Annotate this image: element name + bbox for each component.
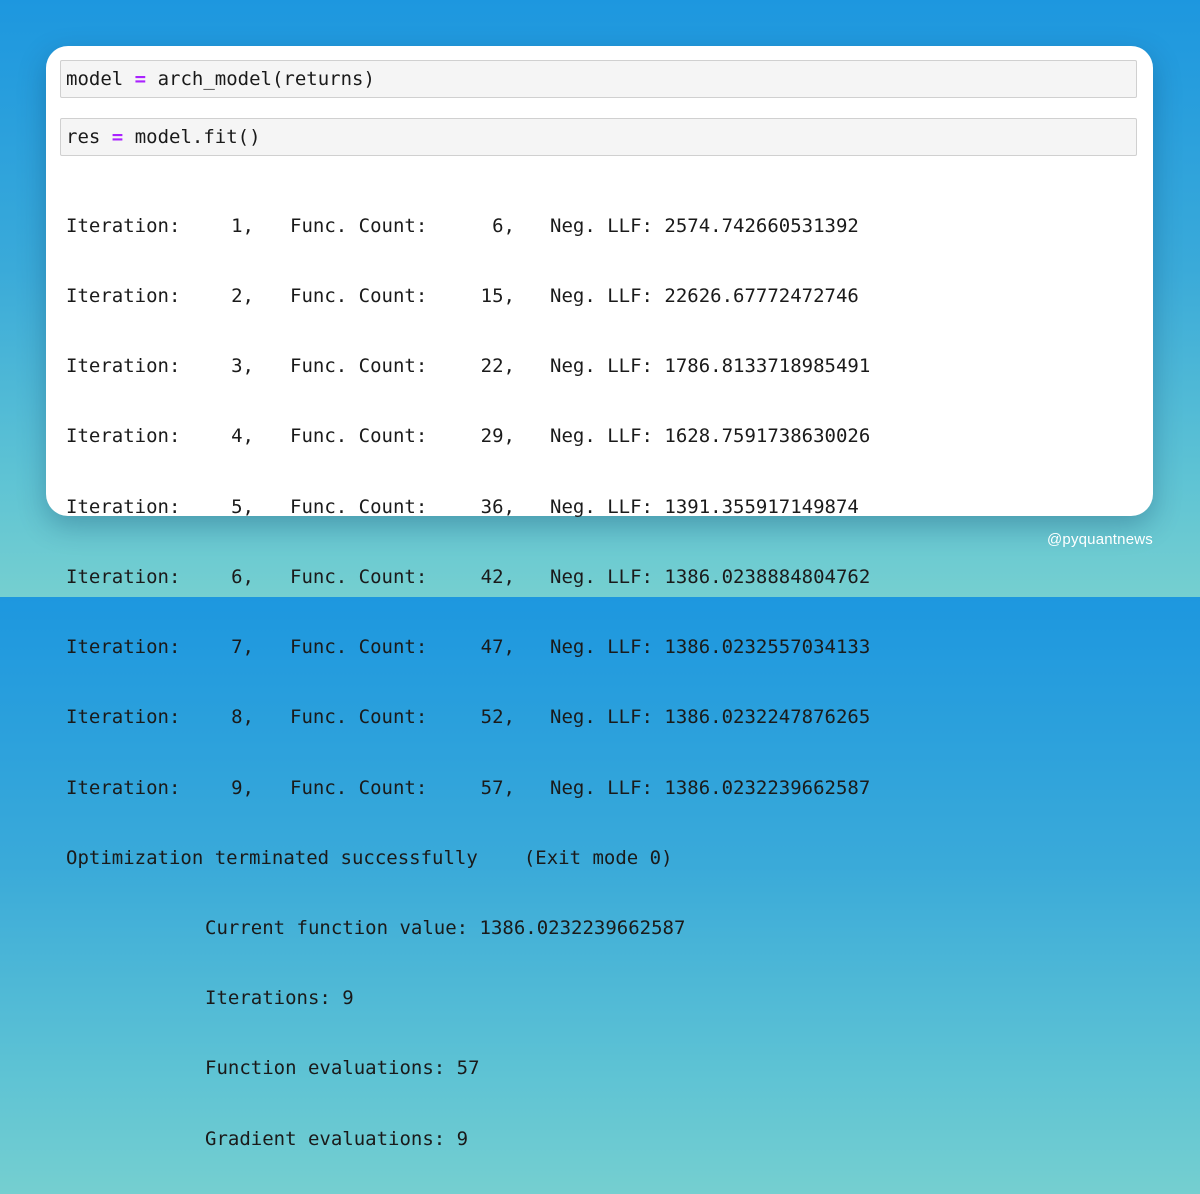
func-count-value: 29,	[480, 425, 515, 448]
iteration-row: Iteration: 1, Func. Count: 6, Neg. LLF: 2574…	[66, 215, 870, 238]
func-count-label: Func. Count:	[290, 565, 428, 588]
func-count-label: Func. Count:	[290, 706, 428, 729]
func-count-label: Func. Count:	[290, 214, 428, 237]
iteration-row: Iteration: 2, Func. Count: 15, Neg. LLF: 226…	[66, 285, 870, 308]
summary-line: Current function value: 1386.02322396625…	[66, 917, 870, 940]
notebook-card: model = arch_model(returns) res = model.…	[46, 46, 1153, 1150]
iteration-number: 2,	[231, 285, 254, 308]
function-evaluations: Function evaluations: 57	[205, 1057, 480, 1080]
assignment-operator: =	[134, 68, 147, 90]
cell-output: Iteration: 1, Func. Count: 6, Neg. LLF: 2574…	[66, 168, 870, 1194]
neg-llf-value: 1391.355917149874	[664, 495, 859, 518]
neg-llf-label: Neg. LLF:	[550, 776, 653, 799]
iteration-row: Iteration: 8, Func. Count: 52, Neg. LLF: 138…	[66, 706, 870, 729]
iteration-number: 4,	[231, 425, 254, 448]
iteration-label: Iteration:	[66, 706, 181, 729]
neg-llf-label: Neg. LLF:	[550, 495, 653, 518]
iteration-row: Iteration: 7, Func. Count: 47, Neg. LLF: 138…	[66, 636, 870, 659]
iteration-row: Iteration: 9, Func. Count: 57, Neg. LLF: 138…	[66, 777, 870, 800]
iteration-label: Iteration:	[66, 565, 181, 588]
neg-llf-label: Neg. LLF:	[550, 355, 653, 378]
exit-mode-text: (Exit mode 0)	[523, 846, 673, 869]
iteration-label: Iteration:	[66, 214, 181, 237]
iteration-row: Iteration: 3, Func. Count: 22, Neg. LLF: 178…	[66, 355, 870, 378]
code-variable-model: model	[66, 68, 124, 90]
iteration-label: Iteration:	[66, 425, 181, 448]
func-count-label: Func. Count:	[290, 776, 428, 799]
neg-llf-label: Neg. LLF:	[550, 214, 653, 237]
iteration-number: 7,	[231, 636, 254, 659]
code-expression-arch-model: arch_model(returns)	[157, 68, 375, 90]
summary-line: Function evaluations: 57	[66, 1057, 870, 1080]
neg-llf-value: 1386.0232247876265	[664, 706, 871, 729]
func-count-value: 6,	[492, 214, 515, 237]
code-cell-model[interactable]: model = arch_model(returns)	[60, 60, 1137, 98]
neg-llf-value: 2574.742660531392	[664, 214, 859, 237]
current-function-value: Current function value: 1386.02322396625…	[205, 917, 686, 939]
neg-llf-label: Neg. LLF:	[550, 636, 653, 659]
func-count-value: 15,	[480, 285, 515, 308]
iteration-number: 5,	[231, 495, 254, 518]
termination-text: Optimization terminated successfully	[66, 846, 478, 869]
summary-line: Iterations: 9	[66, 987, 870, 1010]
iteration-label: Iteration:	[66, 355, 181, 378]
neg-llf-value: 1386.0238884804762	[664, 565, 871, 588]
func-count-value: 47,	[480, 636, 515, 659]
neg-llf-label: Neg. LLF:	[550, 706, 653, 729]
func-count-value: 42,	[480, 565, 515, 588]
iteration-label: Iteration:	[66, 285, 181, 308]
summary-line: Gradient evaluations: 9	[66, 1128, 870, 1151]
func-count-label: Func. Count:	[290, 425, 428, 448]
func-count-value: 57,	[480, 776, 515, 799]
iteration-row: Iteration: 5, Func. Count: 36, Neg. LLF: 139…	[66, 496, 870, 519]
iterations-total: Iterations: 9	[205, 987, 354, 1010]
func-count-value: 36,	[480, 495, 515, 518]
iteration-number: 6,	[231, 565, 254, 588]
iteration-label: Iteration:	[66, 495, 181, 518]
iteration-number: 8,	[231, 706, 254, 729]
iteration-label: Iteration:	[66, 776, 181, 799]
func-count-value: 22,	[480, 355, 515, 378]
iteration-label: Iteration:	[66, 636, 181, 659]
assignment-operator: =	[111, 126, 124, 148]
neg-llf-label: Neg. LLF:	[550, 565, 653, 588]
neg-llf-value: 1386.0232239662587	[664, 776, 871, 799]
iteration-number: 9,	[231, 776, 254, 799]
neg-llf-value: 22626.67772472746	[664, 285, 859, 308]
iteration-number: 1,	[231, 214, 254, 237]
watermark-handle: @pyquantnews	[1046, 531, 1153, 548]
func-count-value: 52,	[480, 706, 515, 729]
gradient-evaluations: Gradient evaluations: 9	[205, 1127, 469, 1150]
func-count-label: Func. Count:	[290, 285, 428, 308]
code-variable-res: res	[66, 126, 101, 148]
termination-message: Optimization terminated successfully (Exi…	[66, 847, 870, 870]
iteration-number: 3,	[231, 355, 254, 378]
neg-llf-value: 1386.0232557034133	[664, 636, 871, 659]
iteration-row: Iteration: 4, Func. Count: 29, Neg. LLF: 162…	[66, 425, 870, 448]
func-count-label: Func. Count:	[290, 636, 428, 659]
code-cell-fit[interactable]: res = model.fit()	[60, 118, 1137, 156]
func-count-label: Func. Count:	[290, 355, 428, 378]
neg-llf-label: Neg. LLF:	[550, 425, 653, 448]
neg-llf-label: Neg. LLF:	[550, 285, 653, 308]
iteration-row: Iteration: 6, Func. Count: 42, Neg. LLF: 138…	[66, 566, 870, 589]
neg-llf-value: 1628.7591738630026	[664, 425, 871, 448]
func-count-label: Func. Count:	[290, 495, 428, 518]
code-expression-fit: model.fit()	[134, 126, 261, 148]
neg-llf-value: 1786.8133718985491	[664, 355, 871, 378]
